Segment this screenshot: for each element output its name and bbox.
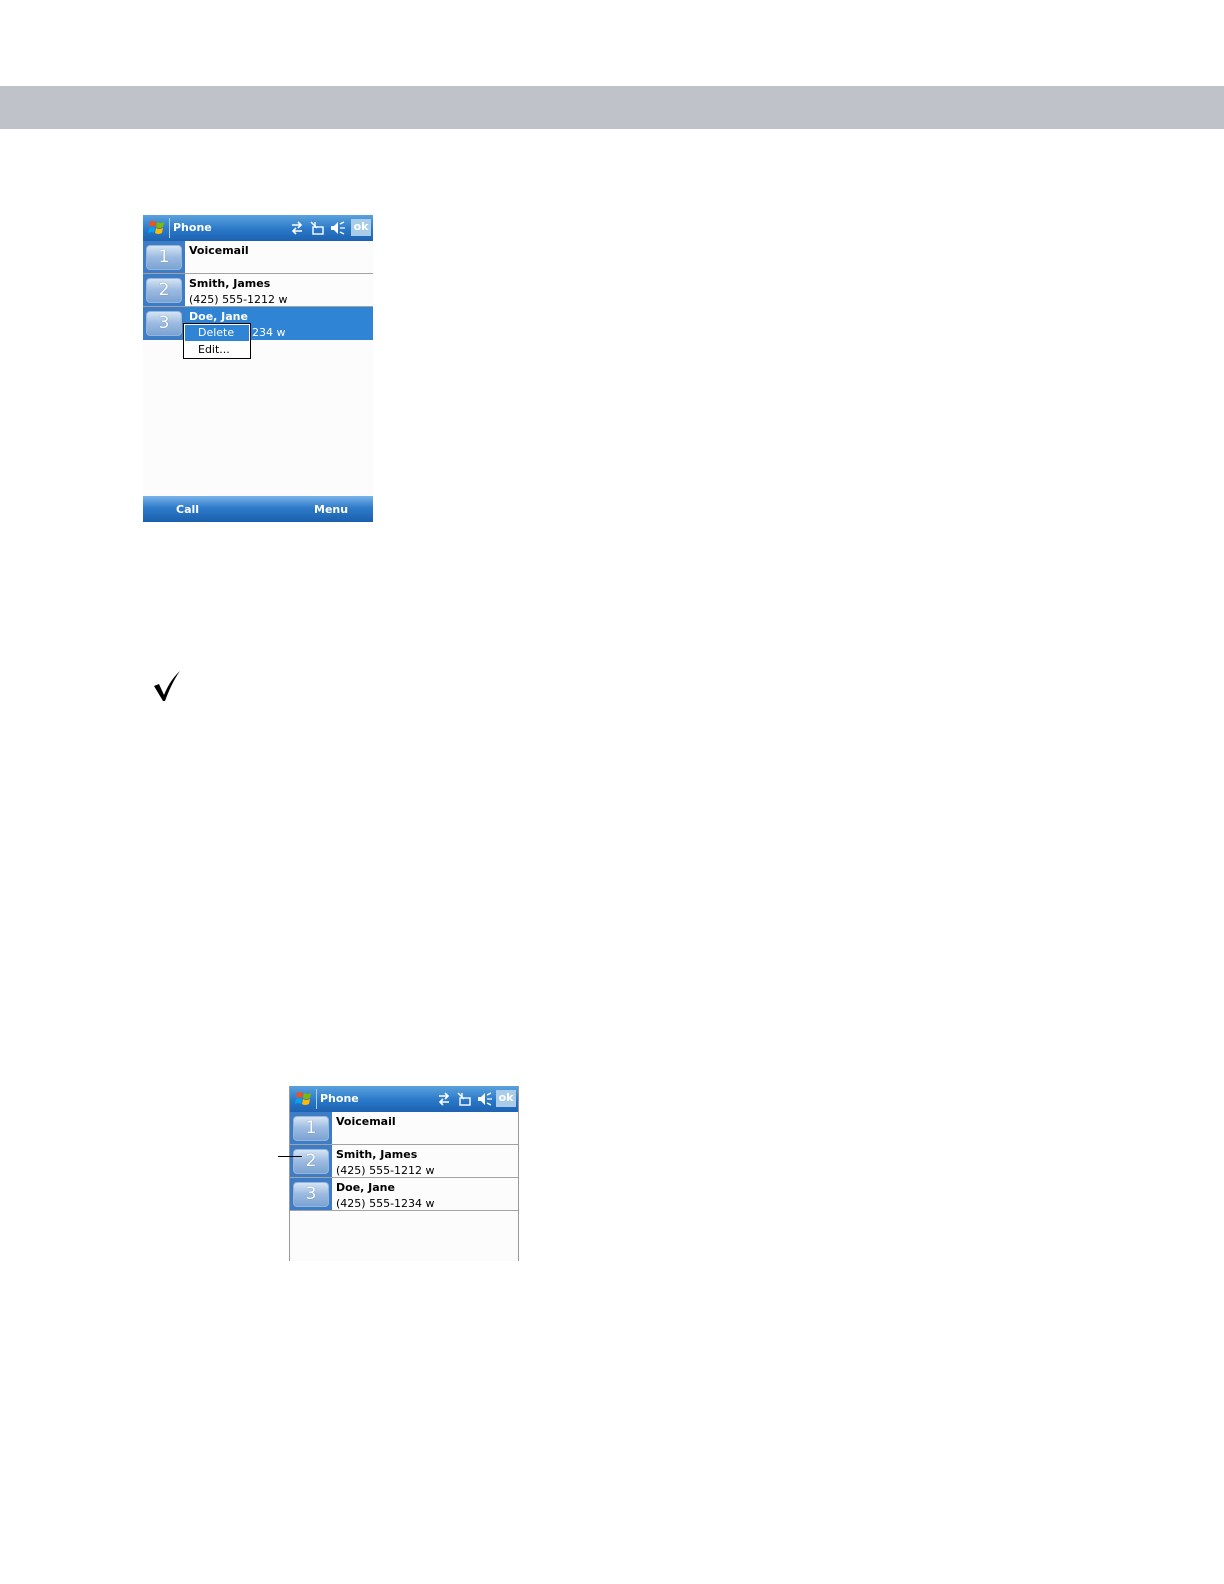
checkmark-icon (154, 671, 180, 701)
ok-button[interactable]: ok (351, 219, 371, 236)
context-menu: Delete Edit... (183, 323, 251, 359)
windows-start-icon[interactable] (294, 1089, 314, 1109)
phone-screen-1: Phone ok 1 Voicemail 2 Smith, James (425… (143, 215, 373, 522)
menu-bar: Call Menu (143, 496, 373, 522)
speed-dial-column: 2 (143, 274, 185, 306)
signal-off-icon[interactable] (456, 1091, 472, 1107)
speed-dial-column: 3 (143, 307, 185, 340)
speed-dial-key[interactable]: 1 (293, 1116, 329, 1141)
speed-dial-key[interactable]: 3 (293, 1182, 329, 1207)
ok-button[interactable]: ok (496, 1090, 516, 1107)
speed-dial-row[interactable]: 3 Doe, Jane (425) 555-1234 w (290, 1178, 518, 1211)
entry-text: Voicemail (189, 243, 371, 259)
connectivity-icon[interactable] (289, 220, 305, 236)
title-separator (316, 1089, 317, 1109)
call-softkey[interactable]: Call (176, 503, 199, 516)
callout-line (278, 1156, 302, 1157)
title-bar: Phone ok (290, 1086, 518, 1112)
signal-off-icon[interactable] (309, 220, 325, 236)
speed-dial-column: 1 (290, 1112, 332, 1144)
entry-text: Smith, James (425) 555-1212 w (336, 1147, 516, 1179)
speed-dial-row[interactable]: 2 Smith, James (425) 555-1212 w (143, 274, 373, 307)
windows-start-icon[interactable] (147, 218, 167, 238)
entry-name: Voicemail (189, 244, 249, 257)
app-title: Phone (320, 1092, 359, 1105)
entry-text: Smith, James (425) 555-1212 w (189, 276, 371, 308)
entry-name: Smith, James (189, 277, 271, 290)
title-bar: Phone ok (143, 215, 373, 241)
entry-name: Doe, Jane (336, 1181, 395, 1194)
entry-text: Voicemail (336, 1114, 516, 1130)
speed-dial-row[interactable]: 1 Voicemail (290, 1112, 518, 1145)
title-separator (169, 218, 170, 238)
speed-dial-key[interactable]: 1 (146, 245, 182, 270)
connectivity-icon[interactable] (436, 1091, 452, 1107)
menu-softkey[interactable]: Menu (314, 503, 348, 516)
entry-phone: (425) 555-1212 w (336, 1164, 435, 1177)
entry-phone: (425) 555-1234 w (336, 1197, 435, 1210)
speed-dial-column: 3 (290, 1178, 332, 1210)
entry-name: Voicemail (336, 1115, 396, 1128)
app-title: Phone (173, 221, 212, 234)
speed-dial-key[interactable]: 2 (293, 1149, 329, 1174)
speed-dial-column: 2 (290, 1145, 332, 1177)
page-header-band (0, 86, 1224, 129)
entry-text: Doe, Jane (425) 555-1234 w (336, 1180, 516, 1212)
speed-dial-key[interactable]: 3 (146, 311, 182, 336)
speed-dial-row[interactable]: 2 Smith, James (425) 555-1212 w (290, 1145, 518, 1178)
speed-dial-key[interactable]: 2 (146, 278, 182, 303)
speaker-icon[interactable] (330, 220, 346, 236)
entry-phone: (425) 555-1212 w (189, 293, 288, 306)
speaker-icon[interactable] (477, 1091, 493, 1107)
context-menu-edit[interactable]: Edit... (185, 342, 249, 358)
entry-name: Smith, James (336, 1148, 418, 1161)
phone-screen-2: Phone ok 1 Voicemail 2 Smith, James (425… (289, 1086, 519, 1261)
speed-dial-row-selected[interactable]: 3 Doe, Jane 234 w (143, 307, 373, 340)
speed-dial-column: 1 (143, 241, 185, 273)
context-menu-delete[interactable]: Delete (185, 325, 249, 341)
speed-dial-row[interactable]: 1 Voicemail (143, 241, 373, 274)
